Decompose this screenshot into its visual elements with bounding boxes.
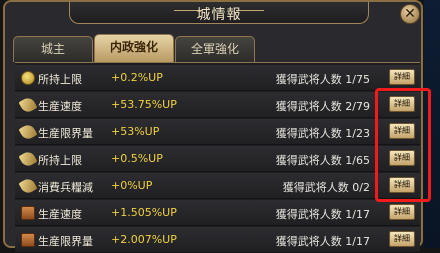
detail-button[interactable]: 詳細 <box>389 204 415 220</box>
stat-name: 生産速度 <box>38 100 82 113</box>
list-item: 所持上限 +0.5%UP 獲得武将人数 1/65 詳細 <box>15 146 420 172</box>
feather-icon <box>18 149 38 169</box>
stat-value: +0%UP <box>111 179 153 192</box>
castle-info-panel: 城情報 ✕ 城主 内政強化 全軍強化 所持上限 +0.2%UP 獲得武将人数 1… <box>3 0 423 253</box>
feather-icon <box>18 176 38 196</box>
stat-value: +2.007%UP <box>111 233 177 246</box>
stat-name: 所持上限 <box>38 154 82 167</box>
close-button[interactable]: ✕ <box>400 4 420 24</box>
book-icon <box>21 233 35 247</box>
general-count: 獲得武将人数 1/75 <box>275 73 370 86</box>
list-item: 生産速度 +1.505%UP 獲得武将人数 1/17 詳細 <box>15 200 420 226</box>
coin-icon <box>21 71 35 85</box>
background-map-strip <box>424 0 440 248</box>
tab-army-boost[interactable]: 全軍強化 <box>175 36 255 62</box>
general-count: 獲得武将人数 2/79 <box>275 100 370 113</box>
feather-icon <box>18 95 38 115</box>
list-item: 生産限界量 +53%UP 獲得武将人数 1/23 詳細 <box>15 119 420 145</box>
feather-icon <box>18 122 38 142</box>
stat-value: +53.75%UP <box>111 98 177 111</box>
list-item: 生産速度 +53.75%UP 獲得武将人数 2/79 詳細 <box>15 92 420 118</box>
general-count: 獲得武将人数 0/2 <box>282 181 370 194</box>
stat-name: 生産限界量 <box>38 127 93 140</box>
detail-button[interactable]: 詳細 <box>389 177 415 193</box>
title-bar: 城情報 <box>69 2 369 24</box>
stat-value: +0.5%UP <box>111 152 163 165</box>
stat-name: 生産速度 <box>38 208 82 221</box>
book-icon <box>21 206 35 220</box>
detail-button[interactable]: 詳細 <box>389 69 415 85</box>
general-count: 獲得武将人数 1/17 <box>275 208 370 221</box>
stat-value: +1.505%UP <box>111 206 177 219</box>
list-item: 消費兵糧減 +0%UP 獲得武将人数 0/2 詳細 <box>15 173 420 199</box>
stat-name: 消費兵糧減 <box>38 181 93 194</box>
list-item: 生産限界量 +2.007%UP 獲得武将人数 1/17 詳細 <box>15 227 420 253</box>
window-title: 城情報 <box>196 7 242 23</box>
general-count: 獲得武将人数 1/17 <box>275 235 370 248</box>
general-count: 獲得武将人数 1/65 <box>275 154 370 167</box>
stat-name: 生産限界量 <box>38 235 93 248</box>
stat-name: 所持上限 <box>38 73 82 86</box>
tab-castle-lord[interactable]: 城主 <box>13 36 93 62</box>
list-item: 所持上限 +0.2%UP 獲得武将人数 1/75 詳細 <box>15 65 420 91</box>
detail-button[interactable]: 詳細 <box>389 96 415 112</box>
stat-value: +53%UP <box>111 125 160 138</box>
boost-list: 所持上限 +0.2%UP 獲得武将人数 1/75 詳細 生産速度 +53.75%… <box>15 62 420 253</box>
stat-value: +0.2%UP <box>111 71 163 84</box>
detail-button[interactable]: 詳細 <box>389 231 415 247</box>
detail-button[interactable]: 詳細 <box>389 150 415 166</box>
general-count: 獲得武将人数 1/23 <box>275 127 370 140</box>
tab-domestic-boost[interactable]: 内政強化 <box>94 34 174 62</box>
detail-button[interactable]: 詳細 <box>389 123 415 139</box>
